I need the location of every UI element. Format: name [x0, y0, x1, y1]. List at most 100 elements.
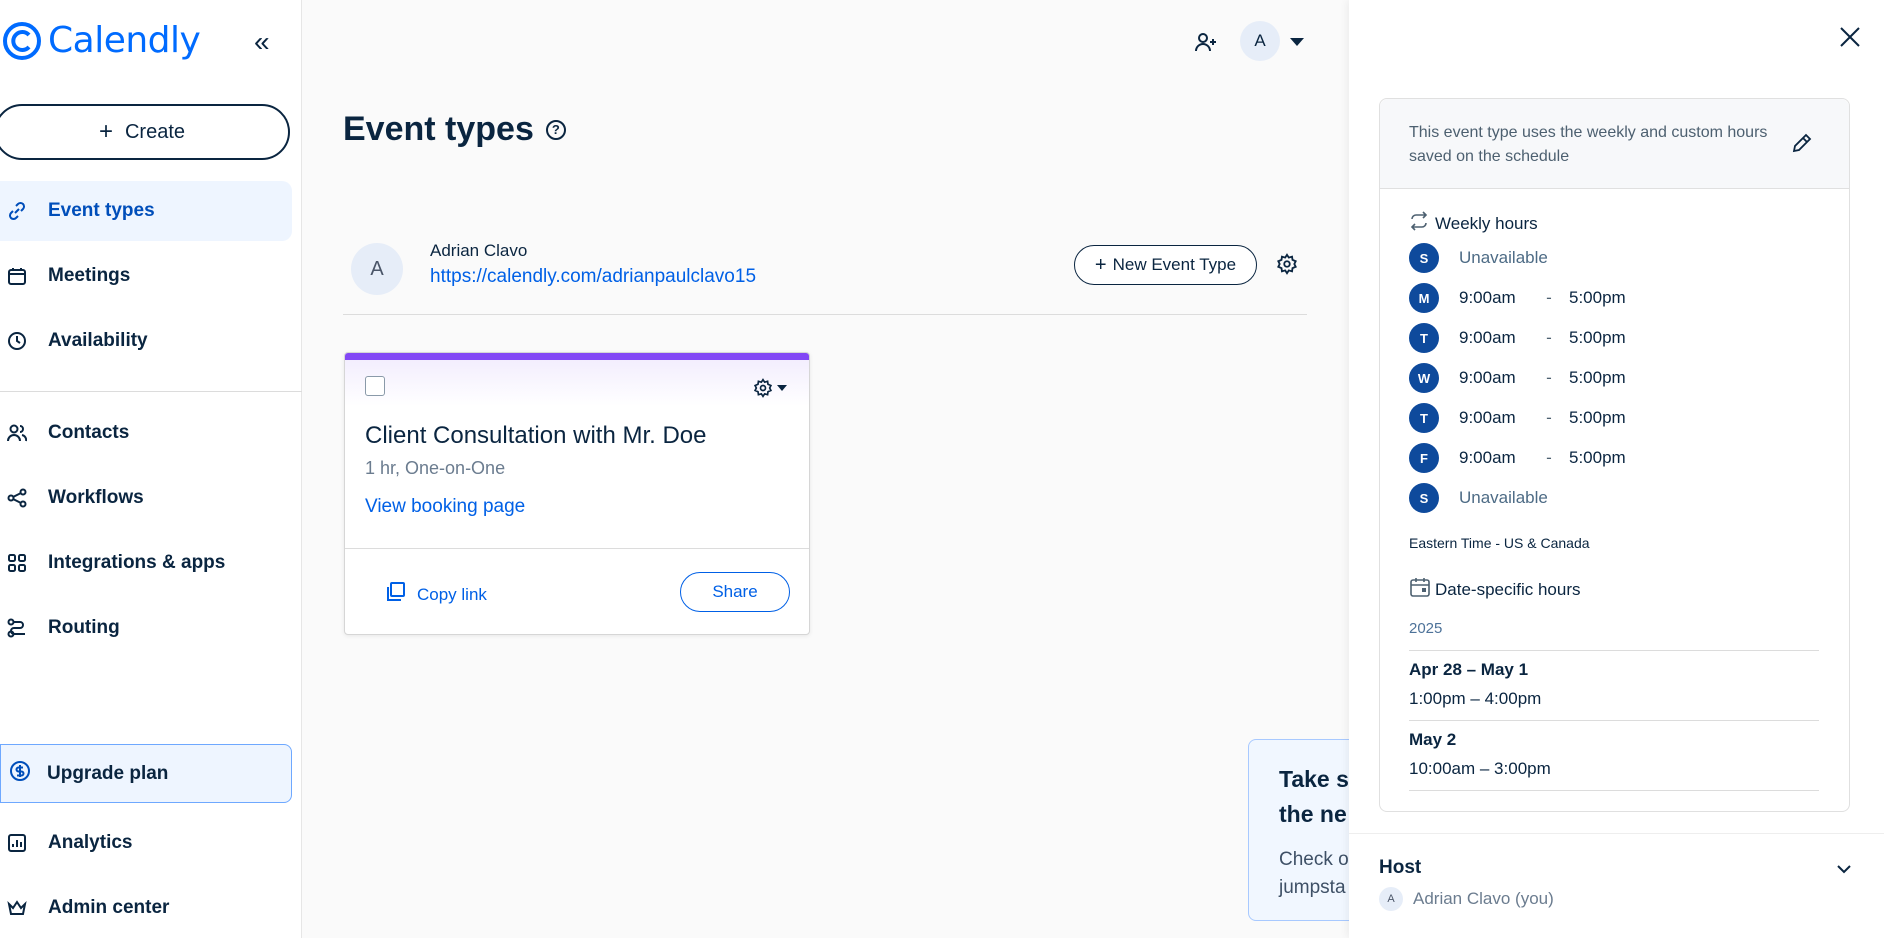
day-badge: F [1409, 443, 1439, 473]
create-button[interactable]: + Create [0, 104, 290, 160]
analytics-icon [6, 832, 28, 854]
schedule-note: This event type uses the weekly and cust… [1409, 124, 1768, 165]
day-badge: S [1409, 243, 1439, 273]
day-row-tuesday: T 9:00am - 5:00pm [1409, 323, 1626, 353]
avatar: A [351, 243, 403, 295]
calendly-logo[interactable]: Calendly [2, 20, 201, 61]
avatar: A [1379, 887, 1403, 911]
gear-icon[interactable] [1276, 253, 1298, 280]
sidebar-item-label: Meetings [48, 265, 131, 286]
sidebar-item-label: Routing [48, 617, 120, 638]
view-booking-page-link[interactable]: View booking page [365, 496, 525, 518]
calendar-icon [1409, 576, 1431, 603]
clock-icon [6, 330, 28, 352]
share-button[interactable]: Share [680, 572, 790, 612]
divider [1409, 720, 1819, 721]
pencil-icon[interactable] [1790, 131, 1814, 160]
day-badge: M [1409, 283, 1439, 313]
time-separator: - [1546, 368, 1552, 387]
sidebar-item-routing[interactable]: Routing [0, 598, 292, 658]
day-row-monday: M 9:00am - 5:00pm [1409, 283, 1626, 313]
repeat-icon [1409, 211, 1429, 236]
end-time: 5:00pm [1569, 408, 1626, 427]
sidebar-item-contacts[interactable]: Contacts [0, 403, 292, 463]
event-title[interactable]: Client Consultation with Mr. Doe [365, 422, 706, 450]
copy-icon [385, 581, 407, 608]
time-separator: - [1546, 408, 1552, 427]
sidebar-item-label: Availability [48, 330, 148, 351]
day-row-saturday: S Unavailable [1409, 483, 1548, 513]
collapse-sidebar-icon[interactable]: « [254, 28, 270, 56]
logo-text: Calendly [48, 20, 201, 61]
close-icon[interactable] [1837, 24, 1863, 55]
host-name: Adrian Clavo (you) [1413, 889, 1554, 908]
date-specific-hours-label: Date-specific hours [1409, 576, 1581, 603]
sidebar-item-event-types[interactable]: Event types [0, 181, 292, 241]
select-checkbox[interactable] [365, 376, 385, 396]
card-accent-bar [345, 353, 809, 360]
timezone-label: Eastern Time - US & Canada [1409, 535, 1590, 551]
scheduling-link[interactable]: https://calendly.com/adrianpaulclavo15 [430, 266, 756, 288]
user-row: A Adrian Clavo https://calendly.com/adri… [343, 238, 1307, 315]
dollar-icon [9, 760, 31, 788]
workflow-icon [6, 487, 28, 509]
override-date: May 2 [1409, 730, 1457, 749]
help-icon[interactable]: ? [545, 119, 566, 140]
card-header [345, 360, 809, 406]
sidebar-item-integrations[interactable]: Integrations & apps [0, 533, 292, 593]
divider [1409, 790, 1819, 791]
time-separator: - [1546, 448, 1552, 467]
routing-icon [6, 617, 28, 639]
host-row: A Adrian Clavo (you) [1379, 887, 1554, 911]
end-time: 5:00pm [1569, 368, 1626, 387]
sidebar-item-meetings[interactable]: Meetings [0, 246, 292, 306]
sidebar-item-admin-center[interactable]: Admin center [0, 878, 292, 938]
divider [1349, 833, 1884, 834]
start-time: 9:00am [1459, 368, 1516, 387]
time-separator: - [1546, 328, 1552, 347]
date-specific-hours-text: Date-specific hours [1435, 579, 1581, 599]
start-time: 9:00am [1459, 288, 1516, 307]
sidebar-item-workflows[interactable]: Workflows [0, 468, 292, 528]
card-divider [345, 548, 809, 549]
upgrade-plan-button[interactable]: Upgrade plan [0, 744, 292, 803]
contacts-icon [6, 422, 28, 444]
copy-link-button[interactable]: Copy link [385, 581, 487, 608]
new-event-type-button[interactable]: + New Event Type [1074, 245, 1257, 285]
end-time: 5:00pm [1569, 328, 1626, 347]
day-row-friday: F 9:00am - 5:00pm [1409, 443, 1626, 473]
new-event-type-label: New Event Type [1112, 255, 1237, 274]
account-avatar[interactable]: A [1240, 21, 1280, 61]
schedule-header: This event type uses the weekly and cust… [1380, 99, 1849, 189]
day-row-wednesday: W 9:00am - 5:00pm [1409, 363, 1626, 393]
gear-icon [753, 378, 773, 398]
chevron-down-icon[interactable] [1835, 860, 1853, 883]
create-button-label: Create [124, 120, 186, 143]
override-hours: 10:00am – 3:00pm [1409, 759, 1551, 778]
day-badge: T [1409, 403, 1439, 433]
invite-user-icon[interactable] [1194, 30, 1218, 59]
day-badge: S [1409, 483, 1439, 513]
chevron-down-icon[interactable] [1290, 38, 1304, 46]
calendly-logo-icon [3, 21, 41, 60]
page-title: Event types ? [343, 110, 566, 149]
card-settings-menu[interactable] [753, 378, 787, 398]
event-type-card: Client Consultation with Mr. Doe 1 hr, O… [344, 352, 810, 635]
sidebar-item-label: Contacts [48, 422, 130, 443]
sidebar-item-label: Integrations & apps [48, 552, 226, 573]
link-icon [6, 200, 28, 222]
weekly-hours-text: Weekly hours [1435, 213, 1538, 233]
sidebar-item-analytics[interactable]: Analytics [0, 813, 292, 873]
divider [1409, 650, 1819, 651]
end-time: 5:00pm [1569, 448, 1626, 467]
sidebar-divider [0, 391, 302, 392]
plus-icon: + [98, 118, 113, 145]
unavailable-text: Unavailable [1459, 488, 1548, 507]
sidebar-item-availability[interactable]: Availability [0, 311, 292, 371]
override-hours: 1:00pm – 4:00pm [1409, 689, 1542, 708]
sidebar-item-label: Analytics [48, 832, 133, 853]
event-details-panel: This event type uses the weekly and cust… [1349, 0, 1884, 938]
start-time: 9:00am [1459, 408, 1516, 427]
day-badge: W [1409, 363, 1439, 393]
page-title-text: Event types [343, 110, 534, 148]
